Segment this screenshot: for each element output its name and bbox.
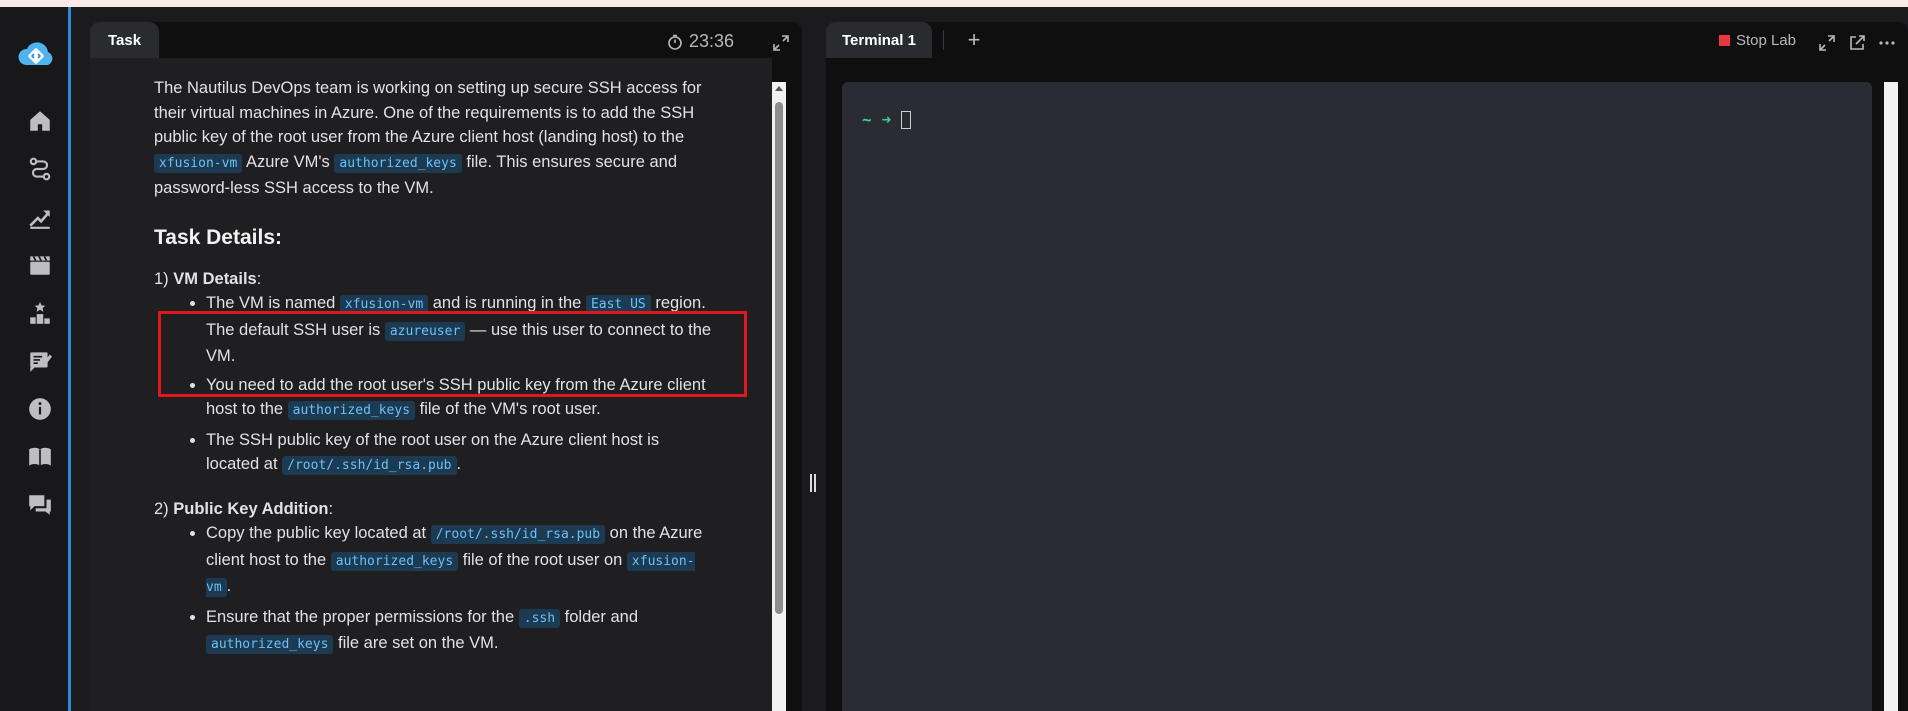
intro-text: The Nautilus DevOps team is working on s… bbox=[154, 79, 702, 146]
code-authorized-keys: authorized_keys bbox=[334, 153, 462, 173]
stop-lab-label: Stop Lab bbox=[1735, 32, 1796, 49]
bullet-text: The VM is named bbox=[206, 294, 340, 312]
bullet-text: file of the VM's root user. bbox=[415, 400, 601, 418]
list-item: The SSH public key of the root user on t… bbox=[206, 428, 714, 479]
growth-chart-icon[interactable] bbox=[22, 201, 58, 233]
list-item: Copy the public key located at /root/.ss… bbox=[206, 521, 714, 601]
info-icon[interactable] bbox=[22, 393, 58, 425]
task-scrollbar[interactable] bbox=[772, 82, 786, 711]
bullet-text: file are set on the VM. bbox=[333, 634, 499, 652]
scrollbar-thumb[interactable] bbox=[775, 102, 783, 614]
task-intro: The Nautilus DevOps team is working on s… bbox=[154, 76, 714, 201]
tab-task[interactable]: Task bbox=[90, 22, 160, 58]
route-icon[interactable] bbox=[22, 153, 58, 185]
section-colon: : bbox=[328, 499, 334, 518]
section-public-key-addition: 2) Public Key Addition: bbox=[154, 497, 714, 522]
more-options-icon[interactable] bbox=[1878, 34, 1896, 52]
stop-square-icon bbox=[1718, 35, 1730, 46]
code-ssh-folder: .ssh bbox=[518, 608, 561, 628]
prompt-tilde: ~ bbox=[862, 110, 872, 129]
public-key-list: Copy the public key located at /root/.ss… bbox=[154, 521, 714, 658]
sidebar-accent-line bbox=[68, 7, 71, 711]
bullet-text: file of the root user on bbox=[458, 550, 627, 569]
browser-top-strip bbox=[0, 0, 1908, 7]
terminal-prompt: ~ ➜ bbox=[862, 110, 912, 129]
timer: 23:36 bbox=[667, 31, 734, 52]
notes-edit-icon[interactable] bbox=[22, 345, 58, 377]
stopwatch-icon bbox=[668, 34, 682, 50]
code-authorized-keys: authorized_keys bbox=[330, 551, 459, 571]
code-key-path: /root/.ssh/id_rsa.pub bbox=[430, 525, 606, 544]
bullet-text: folder and bbox=[560, 607, 639, 626]
terminal-scrollbar[interactable] bbox=[1884, 82, 1898, 711]
section-colon: : bbox=[256, 269, 262, 288]
section-number: 2) bbox=[154, 499, 174, 518]
terminal-panel: Terminal 1 + Stop Lab ~ ➜ bbox=[826, 22, 1908, 711]
code-authorized-keys: authorized_keys bbox=[287, 401, 416, 420]
add-terminal-tab-button[interactable]: + bbox=[962, 28, 986, 52]
prompt-arrow-icon: ➜ bbox=[881, 110, 892, 129]
bullet-text: Copy the public key located at bbox=[206, 524, 431, 542]
sidebar bbox=[0, 7, 68, 711]
list-item: Ensure that the proper permissions for t… bbox=[206, 605, 714, 658]
section-number: 1) bbox=[154, 269, 174, 288]
tab-divider bbox=[943, 30, 944, 50]
tab-terminal-1[interactable]: Terminal 1 bbox=[826, 22, 932, 58]
stop-lab-button[interactable]: Stop Lab bbox=[1718, 32, 1796, 49]
section-vm-details: 1) VM Details: bbox=[154, 267, 714, 292]
open-external-icon[interactable] bbox=[1848, 34, 1866, 52]
code-vm-name: xfusion-vm bbox=[154, 153, 243, 173]
book-icon[interactable] bbox=[22, 441, 58, 473]
code-key-path: /root/.ssh/id_rsa.pub bbox=[282, 456, 457, 475]
highlight-box bbox=[158, 311, 747, 397]
terminal-cursor bbox=[901, 110, 912, 129]
bullet-text: Ensure that the proper permissions for t… bbox=[206, 607, 519, 626]
fullscreen-icon[interactable] bbox=[1818, 34, 1836, 52]
panel-resize-handle[interactable] bbox=[810, 474, 819, 492]
section-title: VM Details bbox=[173, 269, 257, 288]
expand-icon[interactable] bbox=[772, 34, 790, 52]
kodekloud-logo-icon[interactable] bbox=[16, 35, 58, 77]
leaderboard-icon[interactable] bbox=[22, 297, 58, 329]
scroll-up-arrow-icon[interactable] bbox=[775, 86, 783, 91]
task-details-heading: Task Details: bbox=[154, 225, 282, 249]
intro-text: Azure VM's bbox=[242, 152, 335, 171]
code-authorized-keys: authorized_keys bbox=[206, 635, 334, 654]
chat-icon[interactable] bbox=[22, 489, 58, 521]
bullet-text: . bbox=[456, 455, 462, 473]
timer-value: 23:36 bbox=[688, 31, 734, 51]
section-title: Public Key Addition bbox=[173, 499, 329, 518]
clapperboard-icon[interactable] bbox=[22, 249, 58, 281]
bullet-text: . bbox=[226, 577, 232, 595]
bullet-text: and is running in the bbox=[428, 294, 586, 312]
home-icon[interactable] bbox=[22, 105, 58, 137]
terminal-screen[interactable]: ~ ➜ bbox=[842, 82, 1872, 711]
